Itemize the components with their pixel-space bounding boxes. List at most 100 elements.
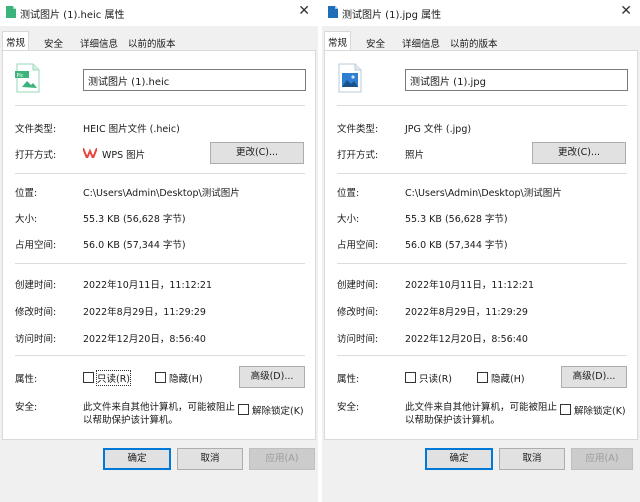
- title-bar[interactable]: 测试图片 (1).jpg 属性 ✕: [322, 0, 640, 26]
- disk-size-value: 56.0 KB (57,344 字节): [405, 240, 508, 251]
- readonly-checkbox[interactable]: [405, 372, 416, 383]
- security-label: 安全:: [15, 402, 38, 413]
- security-message-line1: 此文件来自其他计算机，可能被阻止: [83, 402, 236, 413]
- created-value: 2022年10月11日，11:12:21: [83, 280, 213, 291]
- tab-security[interactable]: 安全: [40, 33, 67, 50]
- general-pane: 测试图片 (1).jpg 文件类型: JPG 文件 (.jpg) 打开方式: 照…: [324, 50, 638, 440]
- location-label: 位置:: [15, 188, 38, 199]
- cancel-button[interactable]: 取消: [177, 448, 243, 470]
- file-type-label: 文件类型:: [337, 124, 379, 135]
- attributes-label: 属性:: [15, 374, 38, 385]
- tab-details[interactable]: 详细信息: [398, 33, 444, 50]
- filename-field[interactable]: 测试图片 (1).jpg: [405, 69, 628, 91]
- advanced-button[interactable]: 高级(D)...: [561, 366, 627, 388]
- modified-label: 修改时间:: [15, 307, 57, 318]
- size-label: 大小:: [15, 214, 38, 225]
- hidden-checkbox[interactable]: [155, 372, 166, 383]
- modified-value: 2022年8月29日，11:29:29: [83, 307, 206, 318]
- readonly-label[interactable]: 只读(R): [95, 370, 132, 386]
- window-title: 测试图片 (1).heic 属性: [20, 10, 125, 21]
- hidden-label[interactable]: 隐藏(H): [491, 371, 525, 385]
- wps-image-icon: [83, 148, 97, 158]
- security-message-line2: 以帮助保护该计算机。: [83, 415, 179, 426]
- jpg-file-icon: [328, 6, 338, 18]
- cancel-button[interactable]: 取消: [499, 448, 565, 470]
- tab-bar: 常规 安全 详细信息 以前的版本: [0, 31, 318, 51]
- general-pane: Pic 测试图片 (1).heic 文件类型: HEIC 图片文件 (.heic…: [2, 50, 316, 440]
- attributes-label: 属性:: [337, 374, 360, 385]
- advanced-button[interactable]: 高级(D)...: [239, 366, 305, 388]
- jpg-file-icon: [338, 63, 362, 93]
- divider: [15, 173, 305, 174]
- opens-with-value: WPS 图片: [102, 150, 146, 161]
- divider: [337, 355, 627, 356]
- heic-file-icon: [6, 6, 16, 18]
- modified-value: 2022年8月29日，11:29:29: [405, 307, 528, 318]
- security-message-line1: 此文件来自其他计算机，可能被阻止: [405, 402, 558, 413]
- change-button[interactable]: 更改(C)...: [210, 142, 304, 164]
- accessed-label: 访问时间:: [337, 334, 379, 345]
- ok-button[interactable]: 确定: [425, 448, 493, 470]
- hidden-checkbox[interactable]: [477, 372, 488, 383]
- opens-with-label: 打开方式:: [337, 150, 379, 161]
- tab-general[interactable]: 常规: [2, 31, 30, 51]
- location-value: C:\Users\Admin\Desktop\测试图片: [405, 188, 562, 199]
- accessed-value: 2022年12月20日，8:56:40: [83, 334, 206, 345]
- opens-with-label: 打开方式:: [15, 150, 57, 161]
- tab-security[interactable]: 安全: [362, 33, 389, 50]
- created-value: 2022年10月11日，11:12:21: [405, 280, 535, 291]
- unblock-label[interactable]: 解除锁定(K): [574, 403, 626, 417]
- size-value: 55.3 KB (56,628 字节): [83, 214, 186, 225]
- disk-size-value: 56.0 KB (57,344 字节): [83, 240, 186, 251]
- tab-previous-versions[interactable]: 以前的版本: [446, 33, 502, 50]
- apply-button[interactable]: 应用(A): [571, 448, 633, 470]
- file-type-value: JPG 文件 (.jpg): [405, 124, 472, 135]
- ok-button[interactable]: 确定: [103, 448, 171, 470]
- disk-size-label: 占用空间:: [337, 240, 379, 251]
- location-value: C:\Users\Admin\Desktop\测试图片: [83, 188, 240, 199]
- tab-details[interactable]: 详细信息: [76, 33, 122, 50]
- divider: [15, 105, 305, 106]
- divider: [337, 105, 627, 106]
- unblock-checkbox[interactable]: [560, 404, 571, 415]
- unblock-checkbox[interactable]: [238, 404, 249, 415]
- opens-with-value: 照片: [405, 150, 425, 161]
- divider: [337, 173, 627, 174]
- file-type-value: HEIC 图片文件 (.heic): [83, 124, 180, 135]
- file-type-label: 文件类型:: [15, 124, 57, 135]
- security-message-line2: 以帮助保护该计算机。: [405, 415, 501, 426]
- created-label: 创建时间:: [337, 280, 379, 291]
- change-button[interactable]: 更改(C)...: [532, 142, 626, 164]
- size-value: 55.3 KB (56,628 字节): [405, 214, 508, 225]
- unblock-label[interactable]: 解除锁定(K): [252, 403, 304, 417]
- heic-properties-dialog: 测试图片 (1).heic 属性 ✕ 常规 安全 详细信息 以前的版本 Pic …: [0, 0, 318, 502]
- svg-text:Pic: Pic: [17, 73, 24, 79]
- size-label: 大小:: [337, 214, 360, 225]
- readonly-checkbox[interactable]: [83, 372, 94, 383]
- security-label: 安全:: [337, 402, 360, 413]
- divider: [337, 263, 627, 264]
- disk-size-label: 占用空间:: [15, 240, 57, 251]
- tab-bar: 常规 安全 详细信息 以前的版本: [322, 31, 640, 51]
- accessed-label: 访问时间:: [15, 334, 57, 345]
- location-label: 位置:: [337, 188, 360, 199]
- close-icon[interactable]: ✕: [620, 3, 632, 19]
- readonly-label[interactable]: 只读(R): [419, 371, 452, 385]
- tab-previous-versions[interactable]: 以前的版本: [124, 33, 180, 50]
- filename-field[interactable]: 测试图片 (1).heic: [83, 69, 306, 91]
- title-bar[interactable]: 测试图片 (1).heic 属性 ✕: [0, 0, 318, 26]
- window-title: 测试图片 (1).jpg 属性: [342, 10, 442, 21]
- apply-button[interactable]: 应用(A): [249, 448, 315, 470]
- accessed-value: 2022年12月20日，8:56:40: [405, 334, 528, 345]
- close-icon[interactable]: ✕: [298, 3, 310, 19]
- divider: [15, 263, 305, 264]
- tab-general[interactable]: 常规: [324, 31, 352, 51]
- heic-file-icon: Pic: [15, 63, 40, 93]
- dialog-footer: 确定 取消 应用(A): [0, 440, 318, 502]
- dialog-footer: 确定 取消 应用(A): [322, 440, 640, 502]
- hidden-label[interactable]: 隐藏(H): [169, 371, 203, 385]
- created-label: 创建时间:: [15, 280, 57, 291]
- divider: [15, 355, 305, 356]
- modified-label: 修改时间:: [337, 307, 379, 318]
- jpg-properties-dialog: 测试图片 (1).jpg 属性 ✕ 常规 安全 详细信息 以前的版本 测试图片 …: [322, 0, 640, 502]
